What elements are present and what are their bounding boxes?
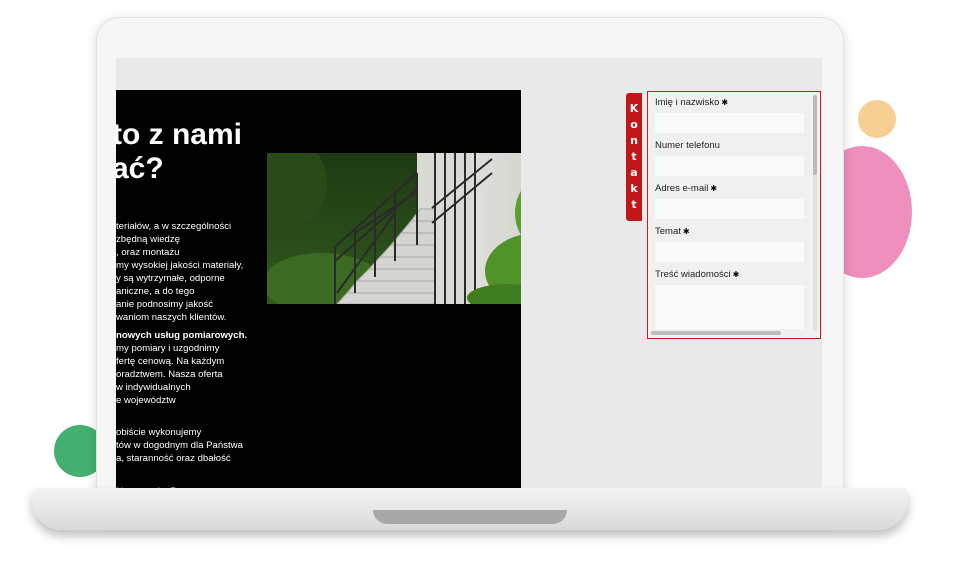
required-mark: ✱ <box>682 227 690 236</box>
mockup-stage: to z nami ać? teriałów, a w szczególnośc… <box>0 0 960 574</box>
paragraph-line: e województw <box>116 395 176 406</box>
contact-tab-letter: o <box>630 118 638 131</box>
paragraph-line: nowych usług pomiarowych. <box>116 330 248 341</box>
phone-input[interactable] <box>655 156 804 176</box>
phone-label-text: Numer telefonu <box>655 140 720 151</box>
paragraph-line: my wysokiej jakości materiały, <box>116 260 244 271</box>
paragraph-materials: teriałów, a w szczególności zbędną wiedzę… <box>116 220 256 324</box>
message-label-text: Treść wiadomości <box>655 269 731 280</box>
name-input[interactable] <box>655 113 804 133</box>
paragraph-line: my pomiary i uzgodnimy <box>116 343 220 354</box>
paragraph-line: y są wytrzymałe, odporne <box>116 273 225 284</box>
name-label: Imię i nazwisko ✱ <box>655 97 804 109</box>
email-field-group: Adres e-mail ✱ <box>655 183 804 219</box>
paragraph-line: w indywidualnych <box>116 382 191 393</box>
name-field-group: Imię i nazwisko ✱ <box>655 97 804 133</box>
paragraph-line: oradztwem. Nasza oferta <box>116 369 223 380</box>
required-mark: ✱ <box>721 98 729 107</box>
laptop-notch <box>373 510 567 524</box>
message-label: Treść wiadomości ✱ <box>655 269 804 281</box>
scrollbar-thumb[interactable] <box>813 95 817 175</box>
email-label-text: Adres e-mail <box>655 183 709 194</box>
contact-form: Imię i nazwisko ✱ Numer telefonu Adres e-… <box>647 91 821 339</box>
subject-label: Temat ✱ <box>655 226 804 238</box>
required-mark: ✱ <box>732 270 740 279</box>
paragraph-line: teriałów, a w szczególności <box>116 221 232 232</box>
paragraph-line: zbędną wiedzę <box>116 234 181 245</box>
form-horizontal-scrollbar[interactable] <box>651 331 781 335</box>
contact-tab-letter: t <box>631 150 637 163</box>
message-textarea[interactable] <box>655 285 804 329</box>
subject-input[interactable] <box>655 242 804 262</box>
required-mark: ✱ <box>710 184 718 193</box>
name-label-text: Imię i nazwisko <box>655 97 720 108</box>
form-vertical-scrollbar[interactable] <box>813 95 817 331</box>
paragraph-line: Nowogardu, Pyrzyc, <box>116 485 256 488</box>
email-label: Adres e-mail ✱ <box>655 183 804 195</box>
message-field-group: Treść wiadomości ✱ <box>655 269 804 329</box>
paragraph-line: , oraz montażu <box>116 247 180 258</box>
phone-field-group: Numer telefonu <box>655 140 804 176</box>
contact-tab-letter: t <box>631 198 637 211</box>
subject-field-group: Temat ✱ <box>655 226 804 262</box>
paragraph-installation: obiście wykonujemy tów w dogodnym dla Pań… <box>116 426 256 465</box>
contact-tab[interactable]: Kontakt <box>626 93 642 221</box>
subject-label-text: Temat <box>655 226 681 237</box>
paragraph-line: obiście wykonujemy <box>116 427 202 438</box>
paragraph-line: a, staranność oraz dbałość <box>116 453 231 464</box>
laptop-screen: to z nami ać? teriałów, a w szczególnośc… <box>116 58 822 488</box>
stairs-photo <box>267 153 521 304</box>
paragraph-line: aniczne, a do tego <box>116 286 195 297</box>
email-input[interactable] <box>655 199 804 219</box>
contact-tab-letter: K <box>629 102 639 115</box>
contact-tab-letter: a <box>630 166 638 179</box>
paragraph-measurements: nowych usług pomiarowych. my pomiary i uz… <box>116 329 256 407</box>
paragraph-line: anie podnosimy jakość <box>116 299 214 310</box>
phone-label: Numer telefonu <box>655 140 804 152</box>
decor-yellow-circle <box>858 100 896 138</box>
about-section: to z nami ać? teriałów, a w szczególnośc… <box>116 90 521 488</box>
paragraph-line: tów w dogodnym dla Państwa <box>116 440 243 451</box>
paragraph-service-area: Nowogardu, Pyrzyc,wska Pomorskiego, Gorz… <box>116 485 256 488</box>
contact-tab-letter: k <box>630 182 638 195</box>
section-heading: to z nami ać? <box>116 118 243 185</box>
paragraph-line: fertę cenową. Na każdym <box>116 356 225 367</box>
contact-tab-letter: n <box>630 134 638 147</box>
paragraph-line: waniom naszych klientów. <box>116 312 227 323</box>
